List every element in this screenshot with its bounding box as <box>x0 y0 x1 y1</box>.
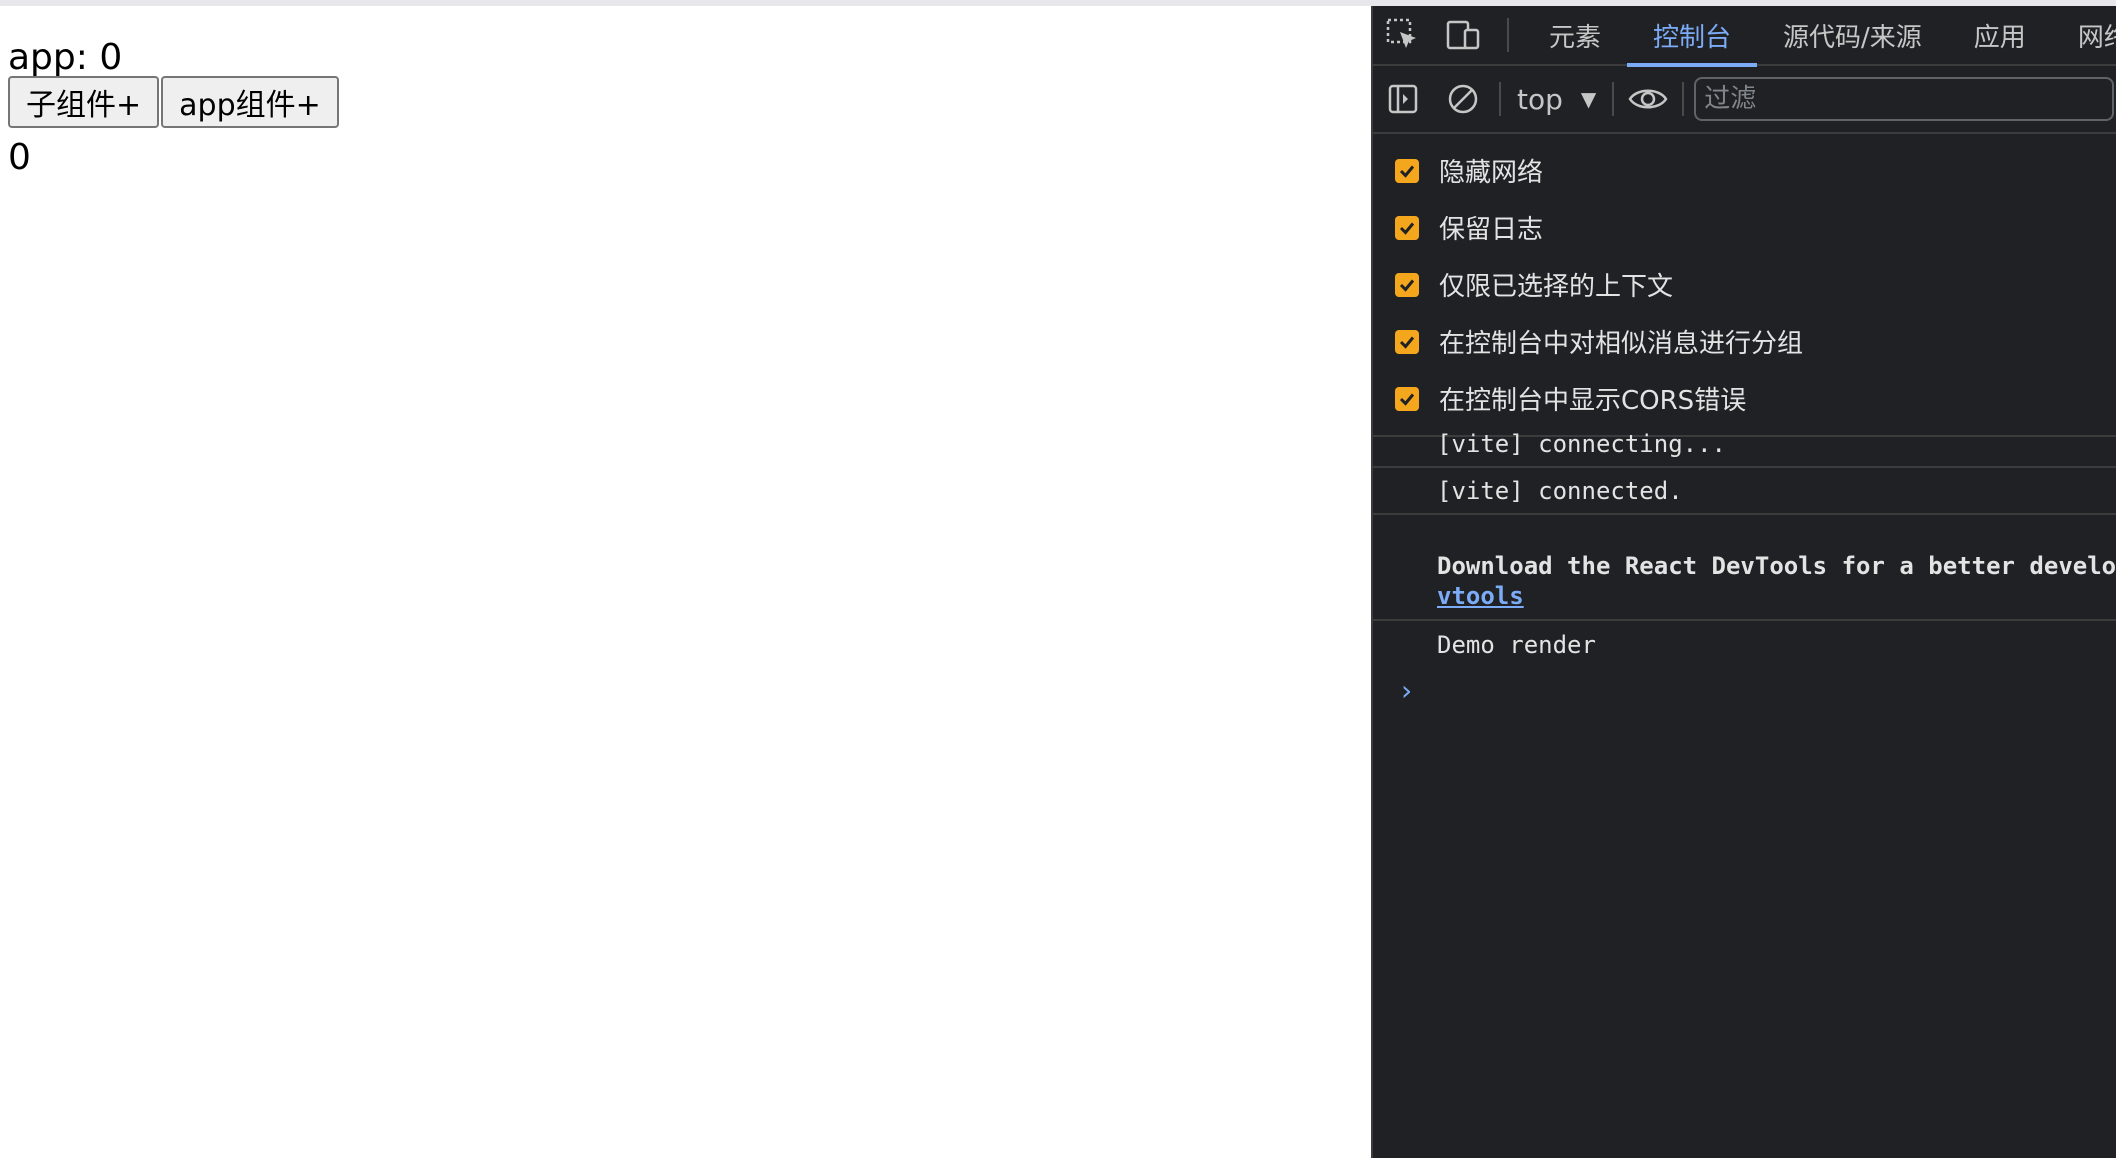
checkbox-checked-icon[interactable] <box>1395 329 1419 354</box>
console-message-react-devtools: Download the React DevTools for a better… <box>1373 515 2116 621</box>
inspect-element-icon[interactable] <box>1373 6 1433 65</box>
checkbox-checked-icon[interactable] <box>1395 272 1419 297</box>
setting-hide-network[interactable]: 隐藏网络 <box>1373 142 2116 199</box>
tab-console[interactable]: 控制台 <box>1627 6 1758 67</box>
console-toolbar: top ▼ <box>1373 66 2116 134</box>
setting-group-similar[interactable]: 在控制台中对相似消息进行分组 <box>1373 313 2116 370</box>
checkbox-checked-icon[interactable] <box>1395 215 1419 240</box>
console-messages: [vite] connecting... [vite] connected. D… <box>1373 421 2116 669</box>
react-devtools-text: Download the React DevTools for a better… <box>1437 552 2116 580</box>
toolbar-separator <box>1612 82 1615 116</box>
filter-input[interactable] <box>1694 77 2115 121</box>
app-increment-button[interactable]: app组件+ <box>161 76 339 128</box>
setting-label: 仅限已选择的上下文 <box>1439 272 1674 302</box>
tab-elements[interactable]: 元素 <box>1523 6 1627 65</box>
toolbar-separator <box>1682 82 1685 116</box>
child-increment-button[interactable]: 子组件+ <box>8 76 160 128</box>
setting-label: 在控制台中显示CORS错误 <box>1439 386 1747 416</box>
context-selector[interactable]: top ▼ <box>1505 75 1608 123</box>
button-row: 子组件+ app组件+ <box>8 76 339 128</box>
live-expression-eye-icon[interactable] <box>1618 69 1678 129</box>
sidebar-toggle-icon[interactable] <box>1373 69 1433 129</box>
tab-network[interactable]: 网络 <box>2052 6 2116 65</box>
checkbox-checked-icon[interactable] <box>1395 386 1419 411</box>
tab-sources[interactable]: 源代码/来源 <box>1757 6 1948 65</box>
console-settings-pane: 隐藏网络 保留日志 仅限已选择的上下文 在控制台中对相似消息进行分组 在控制台中… <box>1373 134 2116 437</box>
setting-label: 保留日志 <box>1439 215 1544 245</box>
setting-preserve-log[interactable]: 保留日志 <box>1373 199 2116 256</box>
console-message: [vite] connecting... <box>1373 421 2116 468</box>
devtools-tab-bar: 元素 控制台 源代码/来源 应用 网络 <box>1373 6 2116 67</box>
console-prompt-chevron-icon[interactable]: › <box>1401 674 1412 707</box>
setting-selected-context-only[interactable]: 仅限已选择的上下文 <box>1373 256 2116 313</box>
react-devtools-link[interactable]: vtools <box>1437 581 2116 611</box>
tab-application[interactable]: 应用 <box>1948 6 2052 65</box>
console-message: [vite] connected. <box>1373 468 2116 515</box>
child-count-text: 0 <box>8 136 31 178</box>
setting-label: 在控制台中对相似消息进行分组 <box>1439 329 1804 359</box>
checkbox-checked-icon[interactable] <box>1395 158 1419 183</box>
devtools-panel: 元素 控制台 源代码/来源 应用 网络 top ▼ <box>1371 6 2116 1158</box>
console-message: Demo render <box>1437 631 1596 659</box>
context-selector-label: top <box>1517 82 1563 116</box>
chevron-down-icon: ▼ <box>1580 87 1597 111</box>
toolbar-separator <box>1507 18 1509 52</box>
clear-console-icon[interactable] <box>1433 69 1493 129</box>
page-viewport: app: 0 子组件+ app组件+ 0 <box>0 6 1371 1158</box>
device-toolbar-icon[interactable] <box>1433 6 1493 65</box>
toolbar-separator <box>1499 82 1501 116</box>
setting-label: 隐藏网络 <box>1439 158 1544 188</box>
setting-show-cors-errors[interactable]: 在控制台中显示CORS错误 <box>1373 370 2116 427</box>
